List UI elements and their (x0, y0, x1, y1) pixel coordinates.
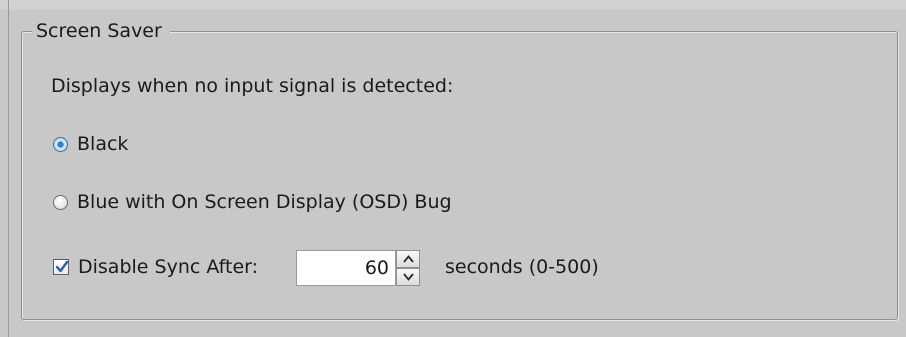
disable-sync-seconds-input[interactable] (296, 250, 396, 286)
disable-sync-label[interactable]: Disable Sync After: (78, 255, 258, 279)
top-strip (0, 0, 906, 10)
seconds-range-label: seconds (0-500) (445, 256, 599, 278)
chevron-up-icon (403, 255, 414, 263)
window-edge (8, 0, 9, 337)
spin-down-button[interactable] (396, 268, 420, 286)
checkmark-icon (55, 260, 69, 273)
chevron-down-icon (403, 273, 414, 281)
disable-sync-checkbox[interactable] (53, 259, 69, 275)
description-label: Displays when no input signal is detecte… (51, 75, 454, 97)
radio-black[interactable] (53, 137, 68, 152)
radio-blue-osd-label[interactable]: Blue with On Screen Display (OSD) Bug (77, 190, 452, 214)
groupbox-title: Screen Saver (32, 20, 170, 42)
radio-black-label[interactable]: Black (77, 132, 128, 156)
spin-up-button[interactable] (396, 250, 420, 268)
radio-blue-osd[interactable] (53, 195, 68, 210)
